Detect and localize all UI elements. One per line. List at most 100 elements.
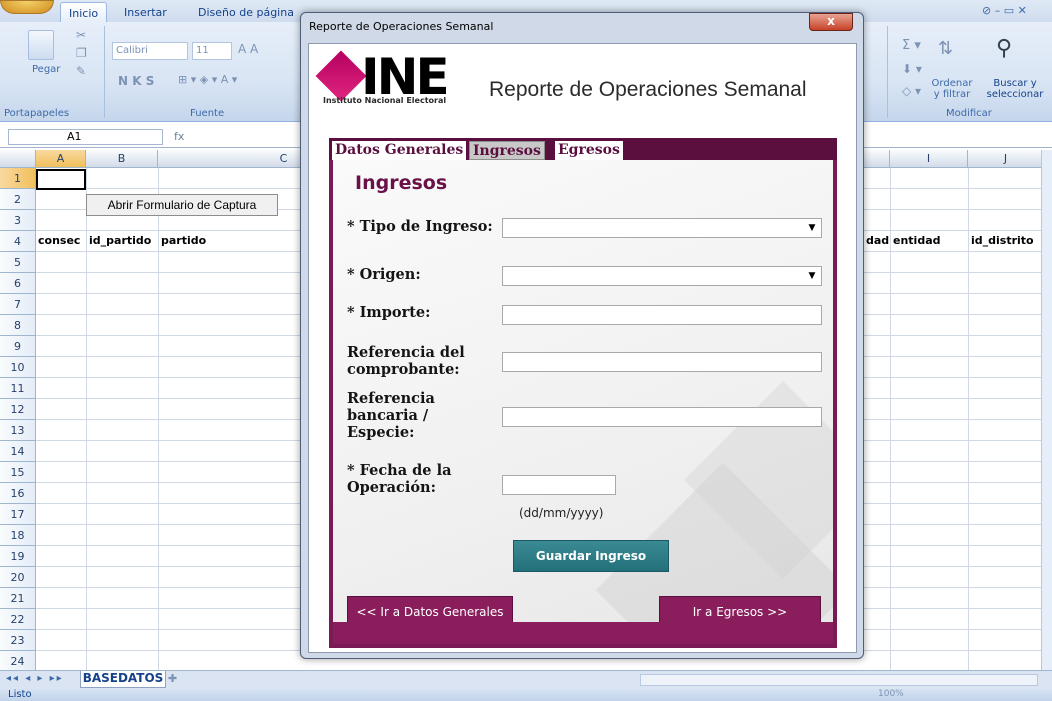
fx-icon[interactable]: fx <box>174 130 184 143</box>
column-header-b[interactable]: B <box>86 150 158 168</box>
logo-text: INE <box>361 48 450 106</box>
cell-b4[interactable]: id_partido <box>89 234 151 247</box>
row-header[interactable]: 15 <box>0 462 36 483</box>
cell-a4[interactable]: consec <box>38 234 80 247</box>
tab-ingresos[interactable]: Ingresos <box>469 141 545 160</box>
row-header[interactable]: 22 <box>0 609 36 630</box>
cell-j4[interactable]: id_distrito <box>971 234 1034 247</box>
row-header[interactable]: 2 <box>0 189 36 210</box>
row-header[interactable]: 11 <box>0 378 36 399</box>
row-header[interactable]: 21 <box>0 588 36 609</box>
dialog-body: INE Instituto Nacional Electoral Reporte… <box>308 43 857 653</box>
save-income-button[interactable]: Guardar Ingreso <box>513 540 669 572</box>
ine-logo-icon <box>315 50 367 102</box>
tab-egresos[interactable]: Egresos <box>555 141 623 160</box>
divider <box>887 26 888 118</box>
referencia-bancaria-input[interactable] <box>502 407 822 427</box>
fill-icon[interactable]: ⬇ ▾ <box>902 62 922 76</box>
window-controls[interactable]: ⊘ – ▭ ✕ <box>982 4 1027 17</box>
tipo-ingreso-select[interactable]: ▼ <box>502 218 822 238</box>
tab-insertar[interactable]: Insertar <box>116 2 175 22</box>
row-header[interactable]: 4 <box>0 231 36 252</box>
insert-sheet-icon[interactable]: ✚ <box>168 672 192 687</box>
font-grow-icon[interactable]: A A <box>238 42 258 56</box>
tab-diseno-pagina[interactable]: Diseño de página <box>190 2 302 22</box>
tab-datos-generales[interactable]: Datos Generales <box>332 141 467 160</box>
chevron-down-icon[interactable]: ▼ <box>804 268 820 284</box>
label-importe: * Importe: <box>347 304 431 321</box>
row-header[interactable]: 3 <box>0 210 36 231</box>
binoculars-icon[interactable]: ⚲ <box>996 36 1022 64</box>
cut-icon[interactable]: ✂ <box>76 28 86 42</box>
tab-inicio[interactable]: Inicio <box>60 2 108 22</box>
fecha-operacion-input[interactable] <box>502 475 616 495</box>
name-box[interactable]: A1 <box>8 129 163 145</box>
sheet-tab-basedatos[interactable]: BASEDATOS <box>80 671 166 688</box>
cell-c4[interactable]: partido <box>161 234 206 247</box>
vertical-scrollbar[interactable] <box>1041 150 1052 670</box>
autosum-icon[interactable]: Σ ▾ <box>902 38 921 53</box>
status-bar: Listo 100% <box>0 689 1052 701</box>
cell-i4[interactable]: entidad <box>893 234 941 247</box>
sheet-nav-icons[interactable]: ◂◂ ◂ ▸ ▸▸ <box>6 673 64 684</box>
label-tipo-ingreso: * Tipo de Ingreso: <box>347 218 493 235</box>
column-header-j[interactable]: J <box>968 150 1044 168</box>
label-referencia-bancaria: Referencia bancaria / Especie: <box>347 390 435 441</box>
row-header[interactable]: 23 <box>0 630 36 651</box>
row-header[interactable]: 7 <box>0 294 36 315</box>
row-header[interactable]: 20 <box>0 567 36 588</box>
row-header[interactable]: 6 <box>0 273 36 294</box>
paste-icon[interactable] <box>28 30 54 60</box>
format-painter-icon[interactable]: ✎ <box>76 64 86 78</box>
bold-italic-underline-icons[interactable]: N K S <box>118 74 154 88</box>
status-text: Listo <box>8 689 32 700</box>
close-button[interactable]: x <box>809 13 853 31</box>
dialog-title: Reporte de Operaciones Semanal <box>309 20 494 33</box>
form-dialog: Reporte de Operaciones Semanal x INE Ins… <box>300 12 864 659</box>
row-header[interactable]: 16 <box>0 483 36 504</box>
row-header[interactable]: 18 <box>0 525 36 546</box>
cell-h4[interactable]: dad <box>866 234 889 247</box>
header-title: Reporte de Operaciones Semanal <box>489 78 807 101</box>
referencia-comprobante-input[interactable] <box>502 352 822 372</box>
row-header[interactable]: 12 <box>0 399 36 420</box>
column-header-a[interactable]: A <box>36 150 86 168</box>
clear-icon[interactable]: ◇ ▾ <box>902 84 921 98</box>
row-header[interactable]: 10 <box>0 357 36 378</box>
open-form-button[interactable]: Abrir Formulario de Captura <box>86 194 278 216</box>
row-header[interactable]: 19 <box>0 546 36 567</box>
date-format-hint: (dd/mm/yyyy) <box>519 506 604 520</box>
label-fecha-operacion: * Fecha de la Operación: <box>347 462 452 496</box>
select-all-corner[interactable] <box>0 150 36 168</box>
importe-input[interactable] <box>502 305 822 325</box>
font-name-select[interactable]: Calibri <box>112 42 188 60</box>
find-select-label[interactable]: Buscar y seleccionar <box>980 78 1050 100</box>
label-referencia-comprobante: Referencia del comprobante: <box>347 344 465 378</box>
row-header[interactable]: 8 <box>0 315 36 336</box>
sort-filter-label[interactable]: Ordenar y filtrar <box>924 78 980 100</box>
row-header[interactable]: 14 <box>0 441 36 462</box>
row-header[interactable]: 5 <box>0 252 36 273</box>
ingresos-panel: Ingresos * Tipo de Ingreso: ▼ * Origen: … <box>329 160 837 648</box>
group-label-font: Fuente <box>190 108 225 119</box>
row-header[interactable]: 17 <box>0 504 36 525</box>
copy-icon[interactable]: ❐ <box>76 46 87 60</box>
paste-label: Pegar <box>32 64 61 75</box>
font-size-select[interactable]: 11 <box>192 42 232 60</box>
office-button[interactable] <box>0 0 54 16</box>
active-cell[interactable] <box>36 169 86 190</box>
row-header[interactable]: 9 <box>0 336 36 357</box>
zoom-level[interactable]: 100% <box>878 689 904 699</box>
row-header[interactable]: 24 <box>0 651 36 670</box>
horizontal-scrollbar[interactable] <box>640 674 1038 686</box>
column-header-i[interactable]: I <box>890 150 968 168</box>
group-label-modify: Modificar <box>946 108 992 119</box>
row-header[interactable]: 13 <box>0 420 36 441</box>
origen-select[interactable]: ▼ <box>502 266 822 286</box>
sort-filter-icon[interactable]: ⇅ <box>938 38 960 68</box>
border-fill-color-icons[interactable]: ⊞ ▾ ◈ ▾ A ▾ <box>178 73 288 89</box>
panel-footer <box>333 622 833 644</box>
row-header[interactable]: 1 <box>0 168 36 189</box>
sheet-tab-bar: ◂◂ ◂ ▸ ▸▸ BASEDATOS ✚ <box>0 670 1052 689</box>
chevron-down-icon[interactable]: ▼ <box>804 220 820 236</box>
